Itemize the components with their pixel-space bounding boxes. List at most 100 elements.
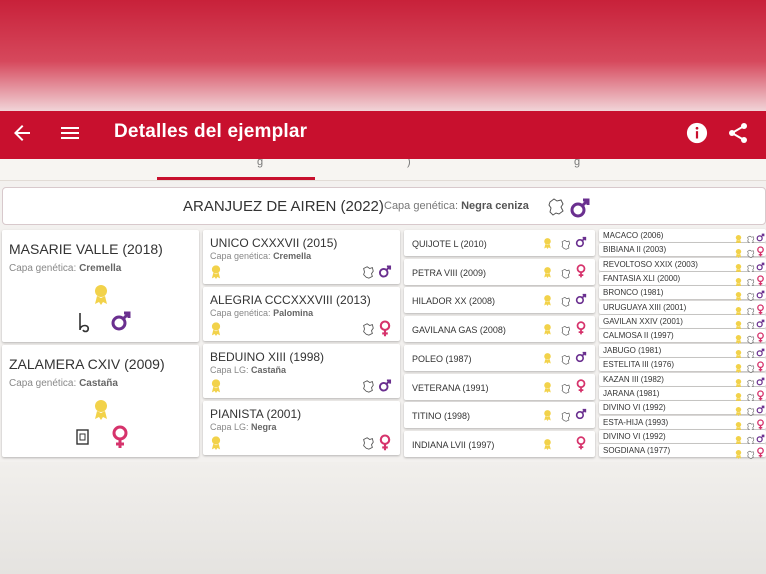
female-symbol-icon xyxy=(756,273,765,286)
award-ribbon-icon xyxy=(542,265,553,278)
province-map-icon xyxy=(746,446,755,459)
horse-name: BEDUINO XIII (1998) xyxy=(210,350,325,364)
ancestor-card[interactable]: UNICO CXXXVII (2015) Capa genética: Creme… xyxy=(203,230,400,284)
blurred-footer-area xyxy=(0,462,766,574)
award-ribbon-icon xyxy=(734,375,743,388)
ancestor-card[interactable]: CALMOSA II (1997) xyxy=(599,329,766,345)
award-ribbon-icon xyxy=(734,446,743,460)
ancestor-card[interactable]: VETERANA (1991) xyxy=(404,373,595,400)
province-map-icon xyxy=(548,198,564,216)
parent-card[interactable]: ZALAMERA CXIV (2009) Capa genética: Cast… xyxy=(2,345,199,457)
arrow-back-icon[interactable] xyxy=(10,121,34,145)
award-ribbon-icon xyxy=(542,293,553,307)
female-symbol-icon xyxy=(575,436,587,450)
ancestor-card[interactable]: TITINO (1998) xyxy=(404,402,595,429)
hamburger-menu-icon[interactable] xyxy=(58,121,82,145)
award-ribbon-icon xyxy=(209,321,223,336)
award-ribbon-icon xyxy=(734,331,743,345)
ancestor-card[interactable]: KAZAN III (1982) xyxy=(599,372,766,388)
tab-fragment[interactable]: ) xyxy=(407,159,411,168)
ancestor-card[interactable]: DIVINO VI (1992) xyxy=(599,429,766,445)
male-symbol-icon xyxy=(756,259,765,271)
ancestor-card[interactable]: HILADOR XX (2008) xyxy=(404,287,595,314)
award-ribbon-icon xyxy=(209,435,223,450)
tab-fragment[interactable]: g xyxy=(257,159,263,168)
ancestor-card[interactable]: BRONCO (1981) xyxy=(599,286,766,302)
horse-name: QUIJOTE L (2010) xyxy=(412,239,487,249)
tab-fragment[interactable]: g xyxy=(574,159,580,168)
ancestor-card[interactable]: PETRA VIII (2009) xyxy=(404,258,595,285)
horse-name: POLEO (1987) xyxy=(412,353,472,364)
award-ribbon-icon xyxy=(734,403,743,417)
parent-card[interactable]: MASARIE VALLE (2018) Capa genética: Crem… xyxy=(2,230,199,342)
ancestor-card[interactable]: ESTELITA III (1976) xyxy=(599,358,766,374)
horse-capa: Capa LG: Negra xyxy=(210,422,277,432)
award-ribbon-icon xyxy=(209,378,223,393)
horse-capa: Capa LG: Castaña xyxy=(210,365,287,375)
horse-name: GAVILAN XXIV (2001) xyxy=(603,317,683,327)
ancestor-card[interactable]: GAVILAN XXIV (2001) xyxy=(599,315,766,331)
award-ribbon-icon xyxy=(542,236,553,249)
ancestor-card[interactable]: JABUGO (1981) xyxy=(599,343,766,359)
female-symbol-icon xyxy=(575,263,587,278)
award-ribbon-icon xyxy=(542,322,553,336)
horse-name: ALEGRIA CCCXXXVIII (2013) xyxy=(210,293,371,307)
award-ribbon-icon xyxy=(734,346,743,359)
province-map-icon xyxy=(361,322,375,336)
horse-name: BIBIANA II (2003) xyxy=(603,245,667,255)
province-map-icon xyxy=(560,294,571,308)
male-symbol-icon xyxy=(756,345,765,357)
province-map-icon xyxy=(560,352,571,365)
female-symbol-icon xyxy=(378,434,392,451)
province-map-icon xyxy=(746,274,755,287)
ancestor-card[interactable]: ALEGRIA CCCXXXVIII (2013) Capa genética: … xyxy=(203,287,400,341)
female-symbol-icon xyxy=(378,320,392,337)
horse-name: JARANA (1981) xyxy=(603,388,660,398)
ancestor-card[interactable]: INDIANA LVII (1997) xyxy=(404,430,595,457)
province-map-icon xyxy=(361,265,375,279)
ancestor-card[interactable]: PIANISTA (2001) Capa LG: Negra xyxy=(203,401,400,455)
award-ribbon-icon xyxy=(95,400,107,420)
province-map-icon xyxy=(560,381,571,394)
award-ribbon-icon xyxy=(542,408,553,422)
ancestor-card[interactable]: BEDUINO XIII (1998) Capa LG: Castaña xyxy=(203,344,400,398)
province-map-icon xyxy=(746,432,755,445)
province-map-icon xyxy=(746,231,755,244)
ancestor-card[interactable]: SOGDIANA (1977) xyxy=(599,444,766,460)
horse-name: INDIANA LVII (1997) xyxy=(412,439,495,450)
award-ribbon-icon xyxy=(734,260,743,273)
ancestor-card[interactable]: BIBIANA II (2003) xyxy=(599,243,766,259)
horse-capa: Capa genética: Cremella xyxy=(9,263,122,274)
horse-name: JABUGO (1981) xyxy=(603,345,662,355)
ancestor-card[interactable]: JARANA (1981) xyxy=(599,386,766,402)
female-symbol-icon xyxy=(575,321,587,335)
specimen-card[interactable]: ARANJUEZ DE AIREN (2022) Capa genética: … xyxy=(2,187,766,225)
female-symbol-icon xyxy=(756,445,765,458)
specimen-name: ARANJUEZ DE AIREN (2022) xyxy=(183,198,384,215)
ancestor-card[interactable]: URUGUAYA XIII (2001) xyxy=(599,300,766,316)
ancestor-card[interactable]: ESTA-HIJA (1993) xyxy=(599,415,766,431)
award-ribbon-icon xyxy=(734,231,743,244)
horse-name: BRONCO (1981) xyxy=(603,288,664,298)
ancestor-card[interactable]: REVOLTOSO XXIX (2003) xyxy=(599,257,766,273)
award-ribbon-icon xyxy=(734,389,743,402)
award-ribbon-icon xyxy=(734,245,743,259)
tab-indicator xyxy=(157,177,315,180)
ancestor-card[interactable]: QUIJOTE L (2010) xyxy=(404,230,595,256)
ancestor-card[interactable]: DIVINO VI (1992) xyxy=(599,401,766,417)
male-symbol-icon xyxy=(575,350,587,364)
province-map-icon xyxy=(746,245,755,259)
ancestor-card[interactable]: POLEO (1987) xyxy=(404,344,595,371)
male-symbol-icon xyxy=(575,407,587,421)
ancestor-card[interactable]: MACACO (2006) xyxy=(599,229,766,244)
info-icon[interactable] xyxy=(686,122,708,144)
province-map-icon xyxy=(361,379,375,393)
share-icon[interactable] xyxy=(726,121,750,145)
tab-bar: g ) g xyxy=(0,159,766,181)
horse-name: SOGDIANA (1977) xyxy=(603,446,671,456)
ancestor-card[interactable]: GAVILANA GAS (2008) xyxy=(404,316,595,343)
horse-name: ZALAMERA CXIV (2009) xyxy=(9,356,165,372)
horse-name: TITINO (1998) xyxy=(412,411,471,422)
ancestor-card[interactable]: FANTASIA XLI (2000) xyxy=(599,272,766,287)
horse-name: UNICO CXXXVII (2015) xyxy=(210,236,338,250)
